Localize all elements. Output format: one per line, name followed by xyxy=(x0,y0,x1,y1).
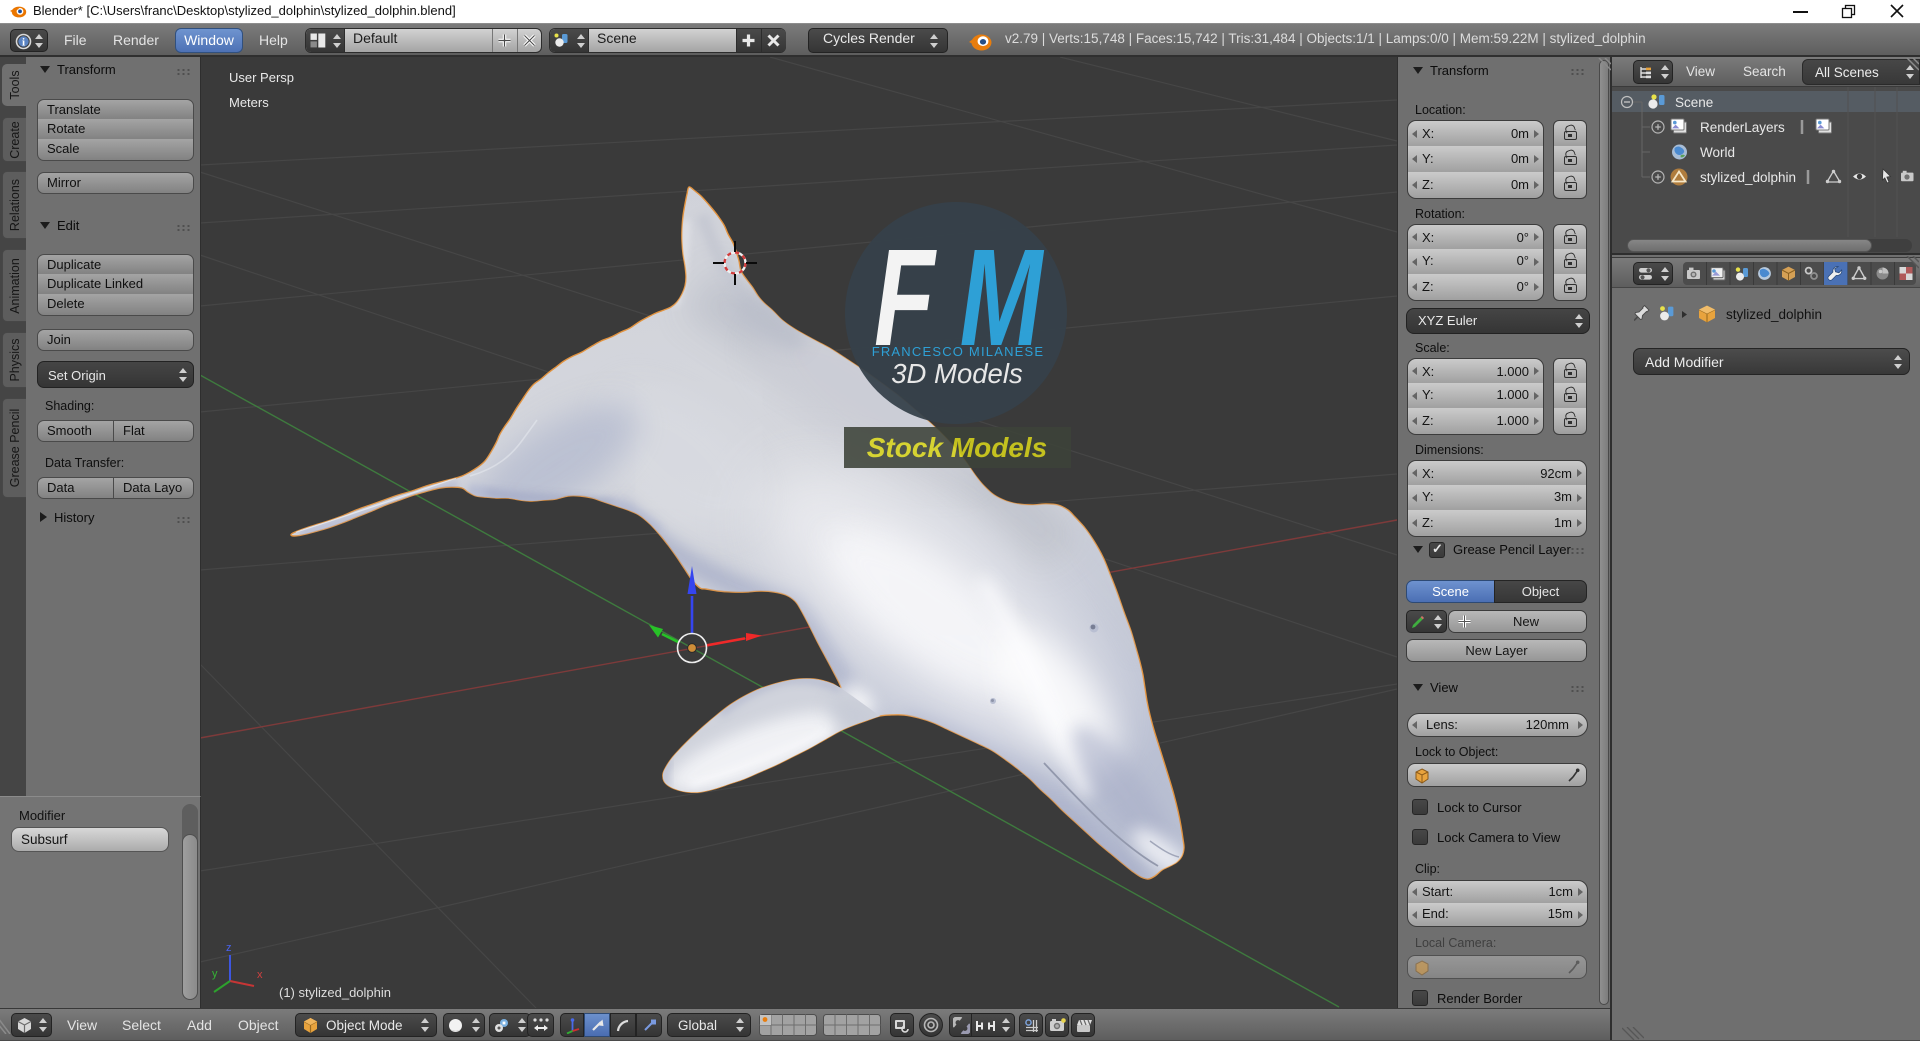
svg-text:World: World xyxy=(1700,145,1735,160)
svg-text:y: y xyxy=(212,968,218,980)
svg-text:z: z xyxy=(226,942,232,954)
svg-text:Stock Models: Stock Models xyxy=(867,432,1047,463)
svg-text:stylized_dolphin: stylized_dolphin xyxy=(1726,307,1822,322)
svg-text:Scene: Scene xyxy=(1675,95,1713,110)
svg-text:FRANCESCO MILANESE: FRANCESCO MILANESE xyxy=(872,344,1045,359)
svg-text:RenderLayers: RenderLayers xyxy=(1700,120,1785,135)
svg-text:Meters: Meters xyxy=(229,95,269,110)
svg-text:x: x xyxy=(257,969,263,981)
svg-text:stylized_dolphin: stylized_dolphin xyxy=(1700,170,1796,185)
svg-text:i: i xyxy=(22,37,25,49)
svg-text:User Persp: User Persp xyxy=(229,70,294,85)
svg-text:3D Models: 3D Models xyxy=(891,358,1023,389)
svg-text:(1) stylized_dolphin: (1) stylized_dolphin xyxy=(279,985,391,1000)
